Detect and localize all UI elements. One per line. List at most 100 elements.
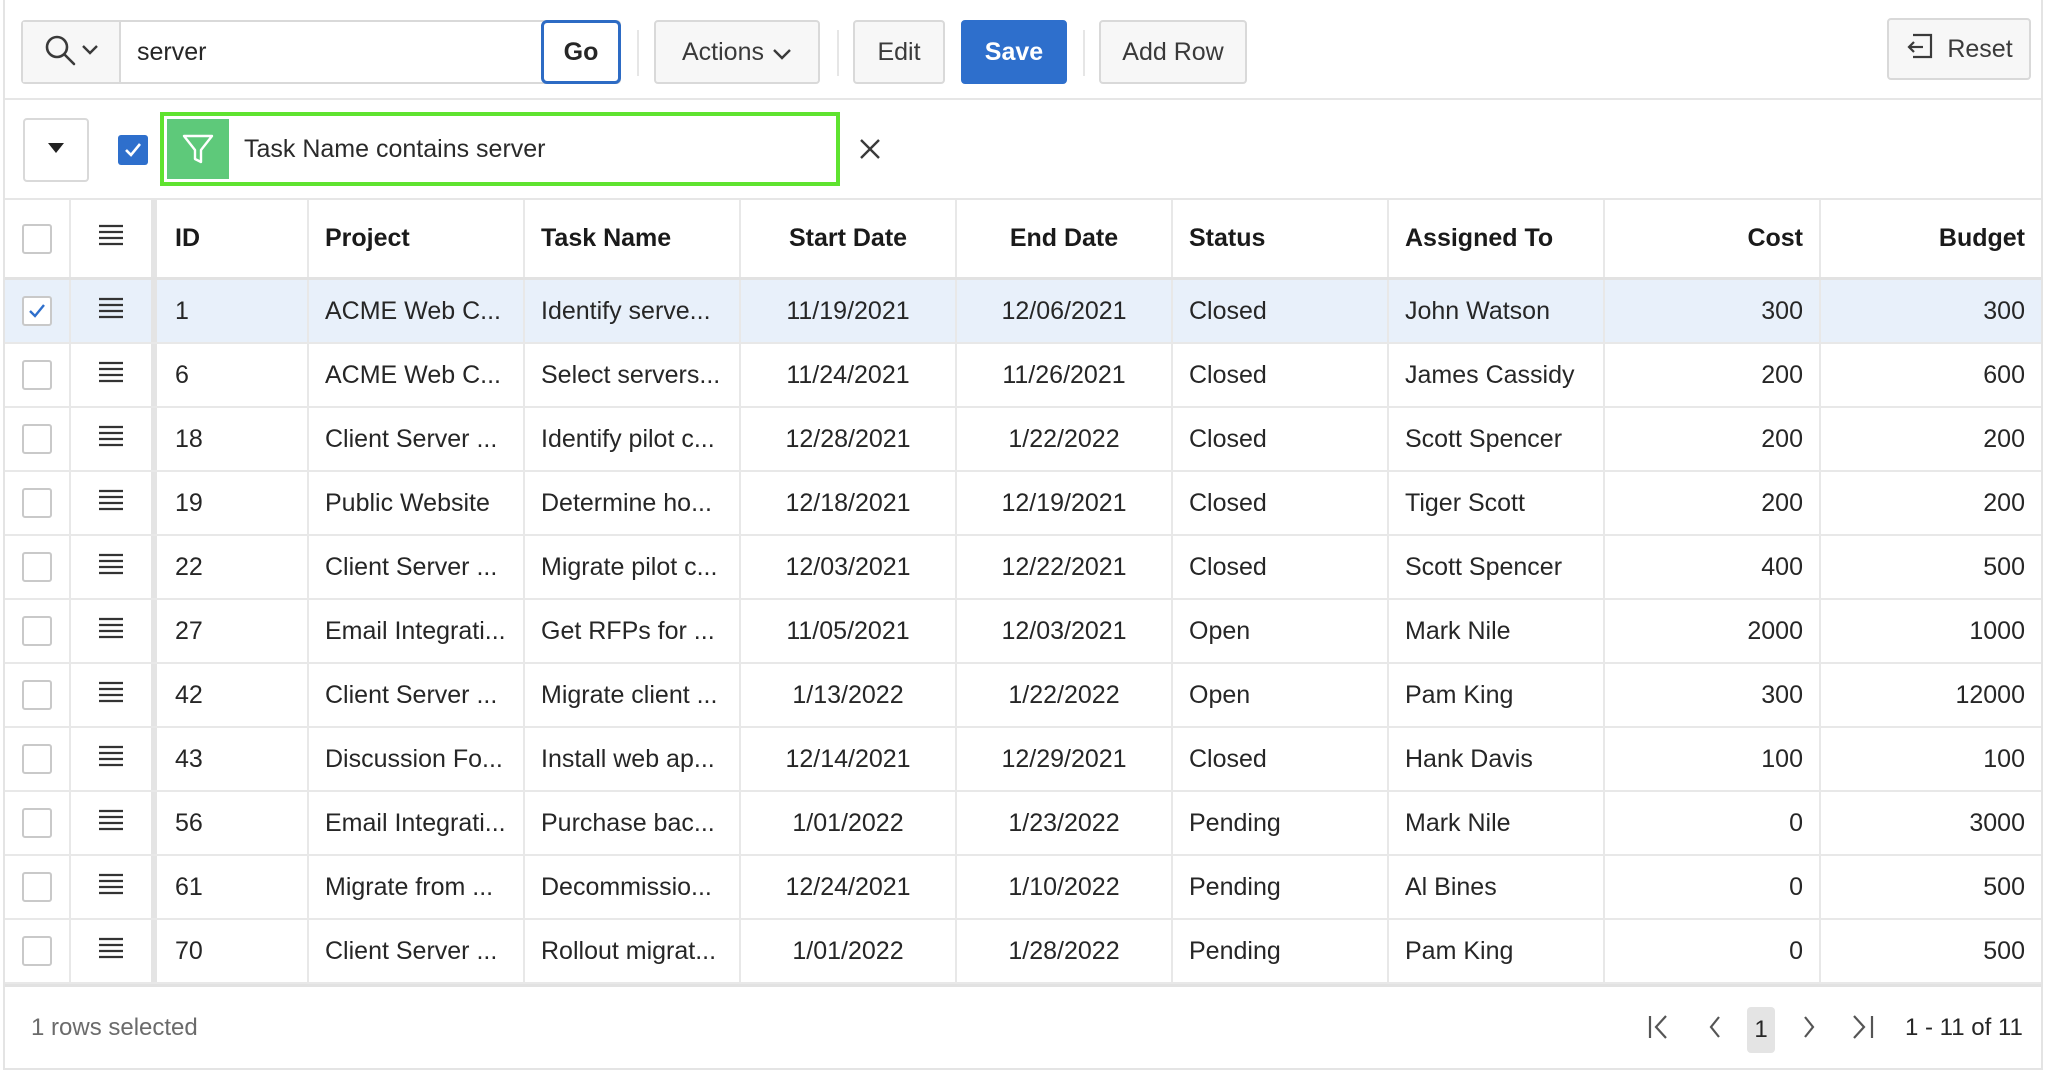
row-checkbox[interactable] — [22, 488, 52, 518]
column-header-start-date[interactable]: Start Date — [741, 200, 957, 277]
cell-budget[interactable]: 200 — [1821, 408, 2041, 470]
cell-status[interactable]: Closed — [1173, 344, 1389, 406]
table-row[interactable]: 19 Public Website Determine ho... 12/18/202… — [5, 472, 2041, 536]
cell-project[interactable]: Client Server ... — [309, 408, 525, 470]
cell-start-date[interactable]: 1/13/2022 — [741, 664, 957, 726]
cell-project[interactable]: Public Website — [309, 472, 525, 534]
column-header-project[interactable]: Project — [309, 200, 525, 277]
cell-cost[interactable]: 300 — [1605, 664, 1821, 726]
cell-budget[interactable]: 3000 — [1821, 792, 2041, 854]
cell-assigned-to[interactable]: John Watson — [1389, 280, 1605, 342]
table-row[interactable]: 61 Migrate from ... Decommissio... 12/24/20… — [5, 856, 2041, 920]
cell-assigned-to[interactable]: Mark Nile — [1389, 792, 1605, 854]
cell-id[interactable]: 19 — [157, 472, 309, 534]
cell-project[interactable]: ACME Web C... — [309, 280, 525, 342]
cell-cost[interactable]: 400 — [1605, 536, 1821, 598]
search-input[interactable] — [123, 22, 541, 82]
table-row[interactable]: 6 ACME Web C... Select servers... 11/24/202… — [5, 344, 2041, 408]
cell-id[interactable]: 70 — [157, 920, 309, 982]
cell-task-name[interactable]: Get RFPs for ... — [525, 600, 741, 662]
cell-cost[interactable]: 0 — [1605, 920, 1821, 982]
cell-task-name[interactable]: Rollout migrat... — [525, 920, 741, 982]
cell-budget[interactable]: 1000 — [1821, 600, 2041, 662]
column-header-id[interactable]: ID — [157, 200, 309, 277]
cell-cost[interactable]: 200 — [1605, 344, 1821, 406]
row-actions-button[interactable] — [71, 920, 157, 982]
table-row[interactable]: 22 Client Server ... Migrate pilot c... 12/… — [5, 536, 2041, 600]
cell-start-date[interactable]: 12/03/2021 — [741, 536, 957, 598]
cell-task-name[interactable]: Migrate pilot c... — [525, 536, 741, 598]
column-header-end-date[interactable]: End Date — [957, 200, 1173, 277]
row-actions-button[interactable] — [71, 664, 157, 726]
cell-start-date[interactable]: 1/01/2022 — [741, 920, 957, 982]
cell-id[interactable]: 43 — [157, 728, 309, 790]
table-row[interactable]: 56 Email Integrati... Purchase bac... 1/01/… — [5, 792, 2041, 856]
row-checkbox[interactable] — [22, 936, 52, 966]
cell-project[interactable]: Client Server ... — [309, 536, 525, 598]
cell-assigned-to[interactable]: Pam King — [1389, 664, 1605, 726]
row-checkbox[interactable] — [22, 360, 52, 390]
row-actions-button[interactable] — [71, 536, 157, 598]
cell-end-date[interactable]: 12/03/2021 — [957, 600, 1173, 662]
row-actions-button[interactable] — [71, 856, 157, 918]
cell-end-date[interactable]: 1/23/2022 — [957, 792, 1173, 854]
row-select-cell[interactable] — [5, 664, 71, 726]
add-row-button[interactable]: Add Row — [1099, 20, 1247, 84]
cell-status[interactable]: Pending — [1173, 920, 1389, 982]
next-page-button[interactable] — [1789, 1007, 1829, 1051]
cell-assigned-to[interactable]: Scott Spencer — [1389, 408, 1605, 470]
column-header-budget[interactable]: Budget — [1821, 200, 2041, 277]
cell-status[interactable]: Closed — [1173, 472, 1389, 534]
cell-end-date[interactable]: 12/19/2021 — [957, 472, 1173, 534]
cell-end-date[interactable]: 1/22/2022 — [957, 664, 1173, 726]
cell-assigned-to[interactable]: Al Bines — [1389, 856, 1605, 918]
cell-end-date[interactable]: 12/06/2021 — [957, 280, 1173, 342]
cell-assigned-to[interactable]: Pam King — [1389, 920, 1605, 982]
cell-status[interactable]: Open — [1173, 664, 1389, 726]
cell-budget[interactable]: 500 — [1821, 536, 2041, 598]
cell-project[interactable]: ACME Web C... — [309, 344, 525, 406]
row-checkbox[interactable] — [22, 744, 52, 774]
cell-start-date[interactable]: 12/24/2021 — [741, 856, 957, 918]
remove-filter-button[interactable] — [853, 134, 887, 168]
row-actions-button[interactable] — [71, 792, 157, 854]
row-checkbox[interactable] — [22, 808, 52, 838]
previous-page-button[interactable] — [1695, 1007, 1735, 1051]
cell-cost[interactable]: 0 — [1605, 792, 1821, 854]
cell-cost[interactable]: 300 — [1605, 280, 1821, 342]
row-select-cell[interactable] — [5, 792, 71, 854]
current-page-number[interactable]: 1 — [1747, 1007, 1775, 1053]
filter-enable-checkbox[interactable] — [118, 135, 148, 165]
cell-end-date[interactable]: 11/26/2021 — [957, 344, 1173, 406]
cell-end-date[interactable]: 12/22/2021 — [957, 536, 1173, 598]
cell-project[interactable]: Discussion Fo... — [309, 728, 525, 790]
collapse-filters-button[interactable] — [23, 118, 89, 182]
filter-chip[interactable]: Task Name contains server — [160, 112, 840, 186]
row-select-cell[interactable] — [5, 344, 71, 406]
cell-id[interactable]: 1 — [157, 280, 309, 342]
cell-assigned-to[interactable]: Mark Nile — [1389, 600, 1605, 662]
cell-budget[interactable]: 500 — [1821, 920, 2041, 982]
cell-cost[interactable]: 200 — [1605, 472, 1821, 534]
first-page-button[interactable] — [1641, 1007, 1681, 1051]
cell-end-date[interactable]: 1/10/2022 — [957, 856, 1173, 918]
column-header-assigned-to[interactable]: Assigned To — [1389, 200, 1605, 277]
cell-task-name[interactable]: Decommissio... — [525, 856, 741, 918]
row-select-cell[interactable] — [5, 728, 71, 790]
cell-start-date[interactable]: 1/01/2022 — [741, 792, 957, 854]
cell-end-date[interactable]: 1/28/2022 — [957, 920, 1173, 982]
go-button[interactable]: Go — [541, 20, 621, 84]
cell-status[interactable]: Closed — [1173, 280, 1389, 342]
cell-assigned-to[interactable]: James Cassidy — [1389, 344, 1605, 406]
column-header-status[interactable]: Status — [1173, 200, 1389, 277]
select-all-checkbox[interactable] — [22, 223, 52, 254]
cell-id[interactable]: 56 — [157, 792, 309, 854]
cell-project[interactable]: Client Server ... — [309, 920, 525, 982]
cell-start-date[interactable]: 12/14/2021 — [741, 728, 957, 790]
cell-cost[interactable]: 200 — [1605, 408, 1821, 470]
cell-project[interactable]: Email Integrati... — [309, 792, 525, 854]
cell-id[interactable]: 6 — [157, 344, 309, 406]
cell-task-name[interactable]: Purchase bac... — [525, 792, 741, 854]
row-select-cell[interactable] — [5, 280, 71, 342]
cell-id[interactable]: 27 — [157, 600, 309, 662]
